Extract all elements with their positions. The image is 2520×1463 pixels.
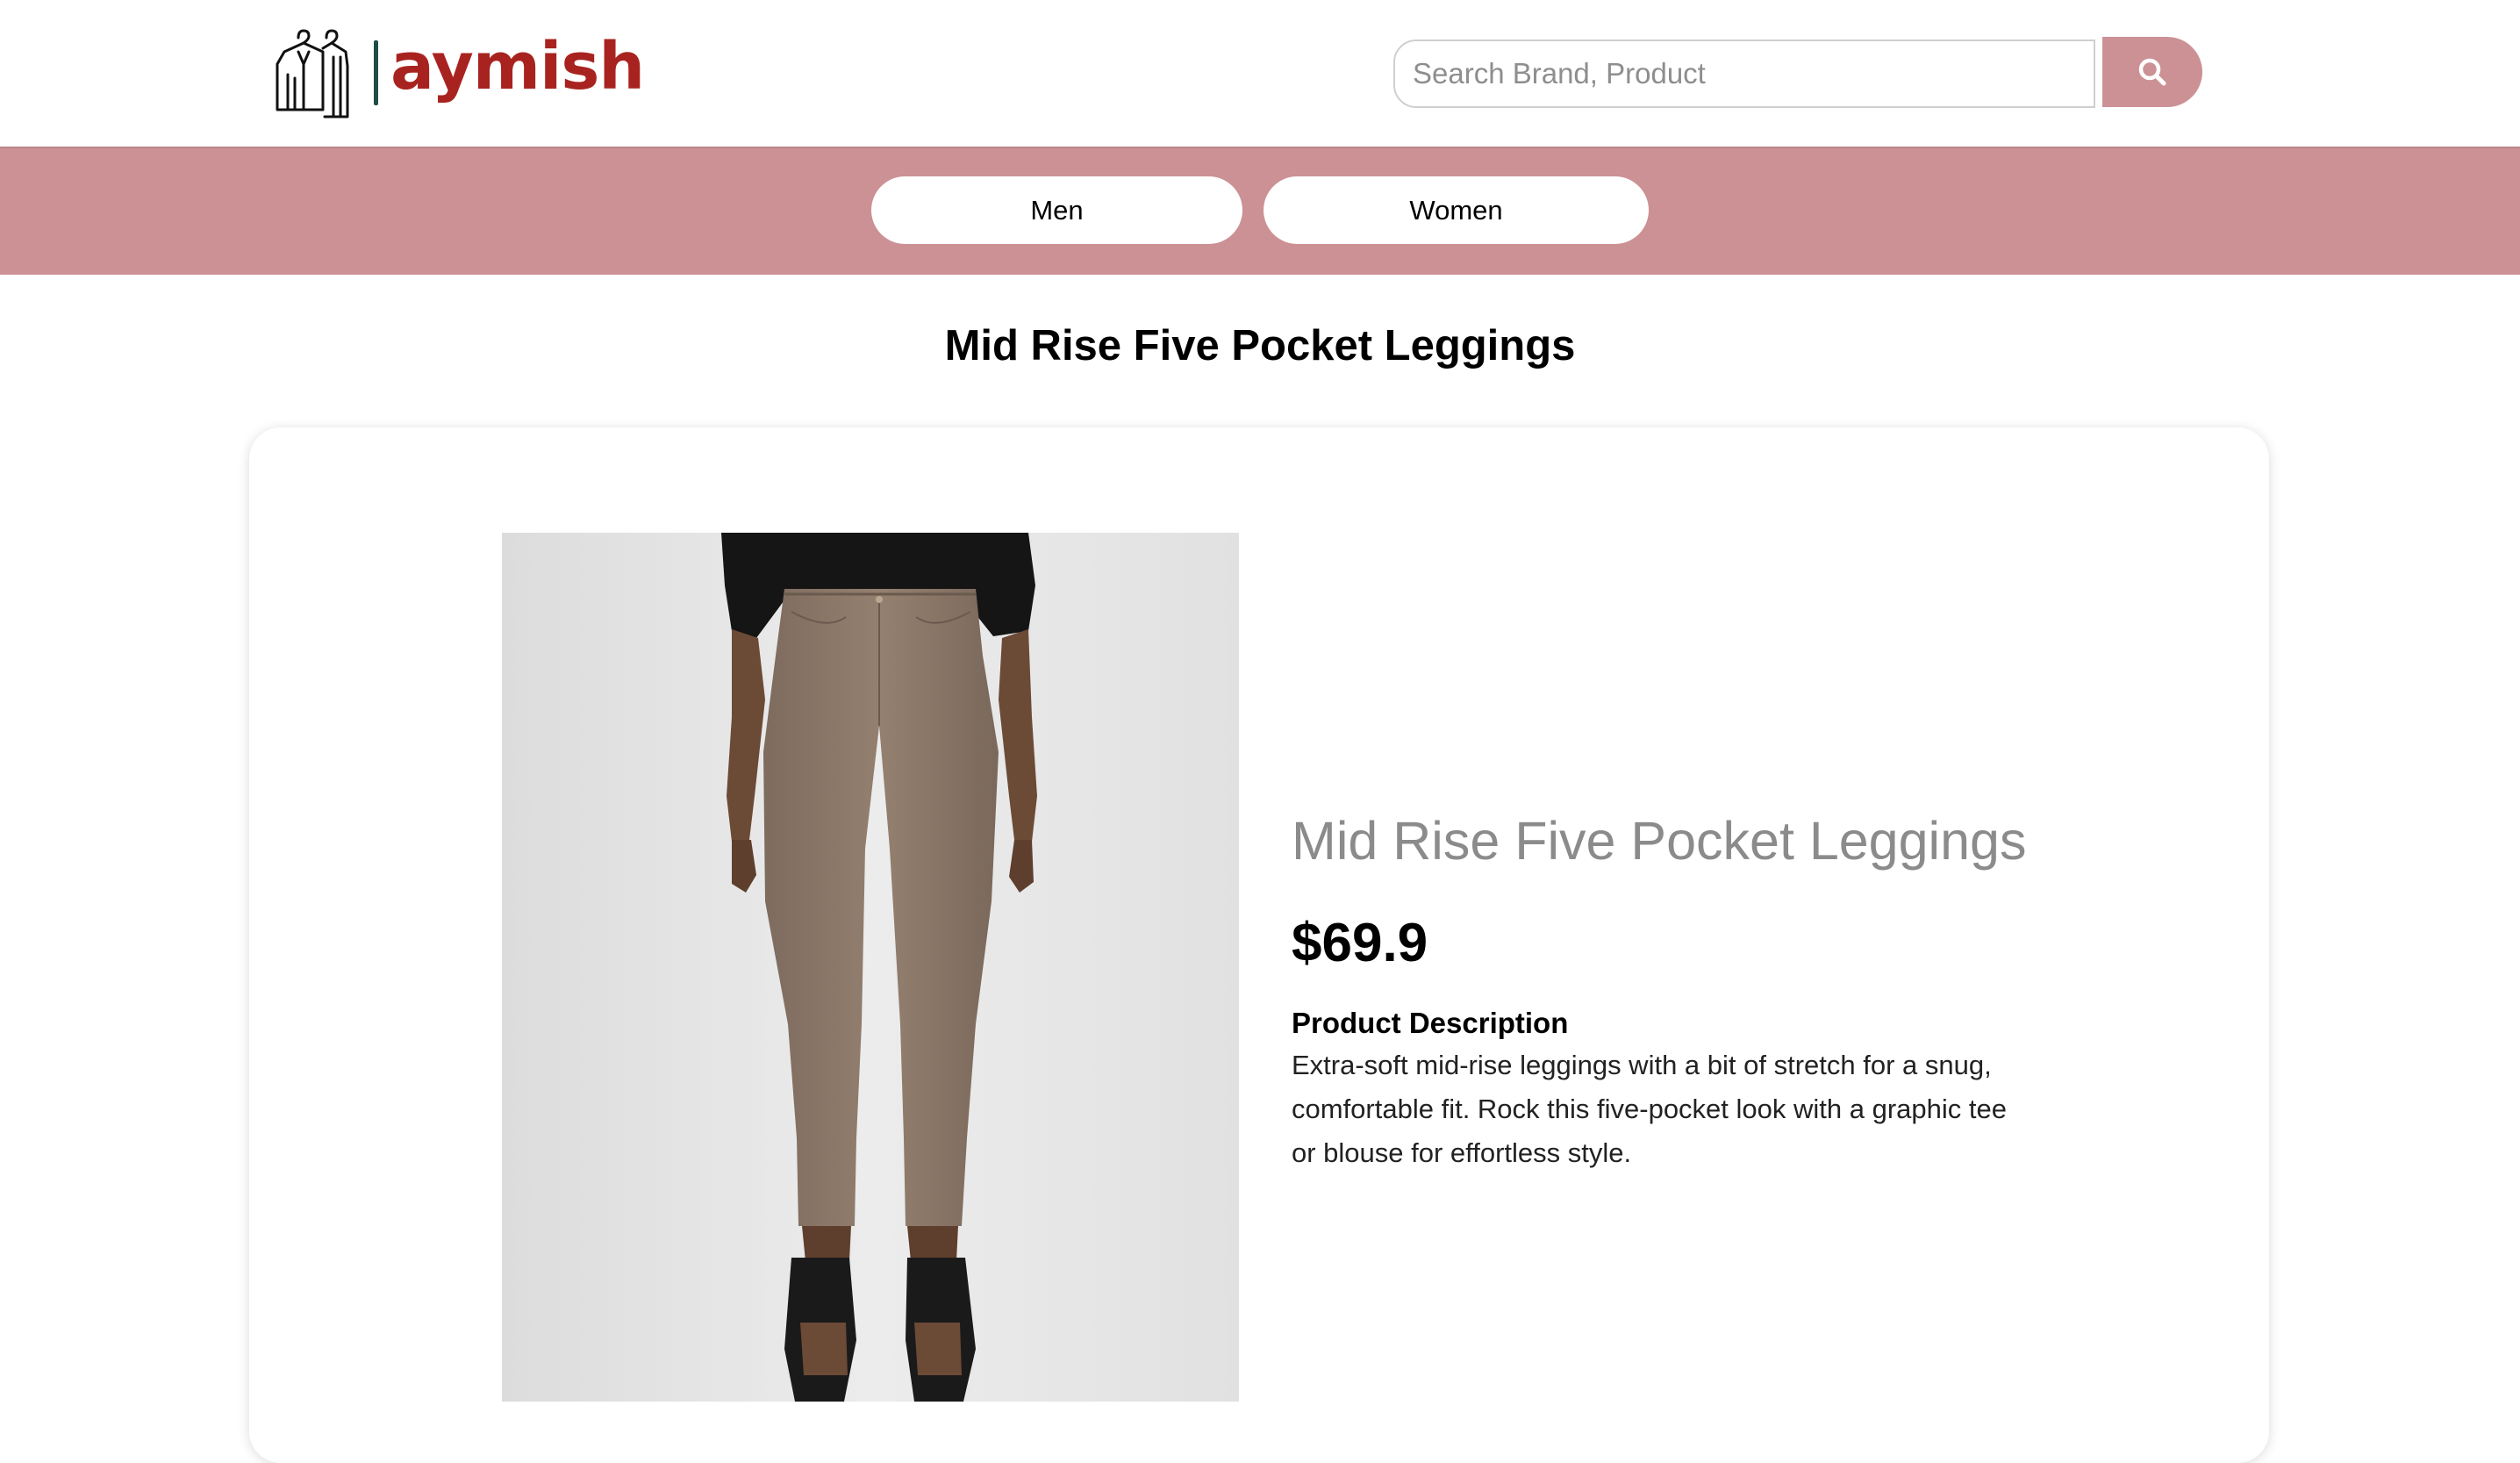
product-name: Mid Rise Five Pocket Leggings: [1292, 811, 2027, 871]
product-description-heading: Product Description: [1292, 1007, 1569, 1040]
nav-women-label: Women: [1409, 194, 1503, 226]
nav-women-button[interactable]: Women: [1264, 176, 1649, 244]
nav-men-label: Men: [1030, 194, 1084, 226]
product-card: Mid Rise Five Pocket Leggings $69.9 Prod…: [249, 427, 2269, 1463]
logo-divider: [374, 40, 378, 105]
category-nav: Men Women: [0, 147, 2520, 275]
clothes-rack-icon: [276, 29, 349, 118]
search-button[interactable]: [2102, 37, 2202, 107]
product-description: Extra-soft mid-rise leggings with a bit …: [1292, 1050, 2007, 1169]
search-input[interactable]: [1393, 39, 2095, 108]
brand-logo[interactable]: aymish: [272, 25, 645, 121]
product-details: Mid Rise Five Pocket Leggings $69.9 Prod…: [1292, 810, 2064, 1175]
product-price: $69.9: [1292, 913, 1428, 974]
product-image[interactable]: [502, 533, 1239, 1402]
nav-men-button[interactable]: Men: [871, 176, 1242, 244]
search-icon: [2138, 58, 2166, 86]
page-title: Mid Rise Five Pocket Leggings: [944, 322, 1576, 369]
site-header: aymish: [0, 0, 2520, 147]
brand-name: aymish: [390, 29, 645, 104]
